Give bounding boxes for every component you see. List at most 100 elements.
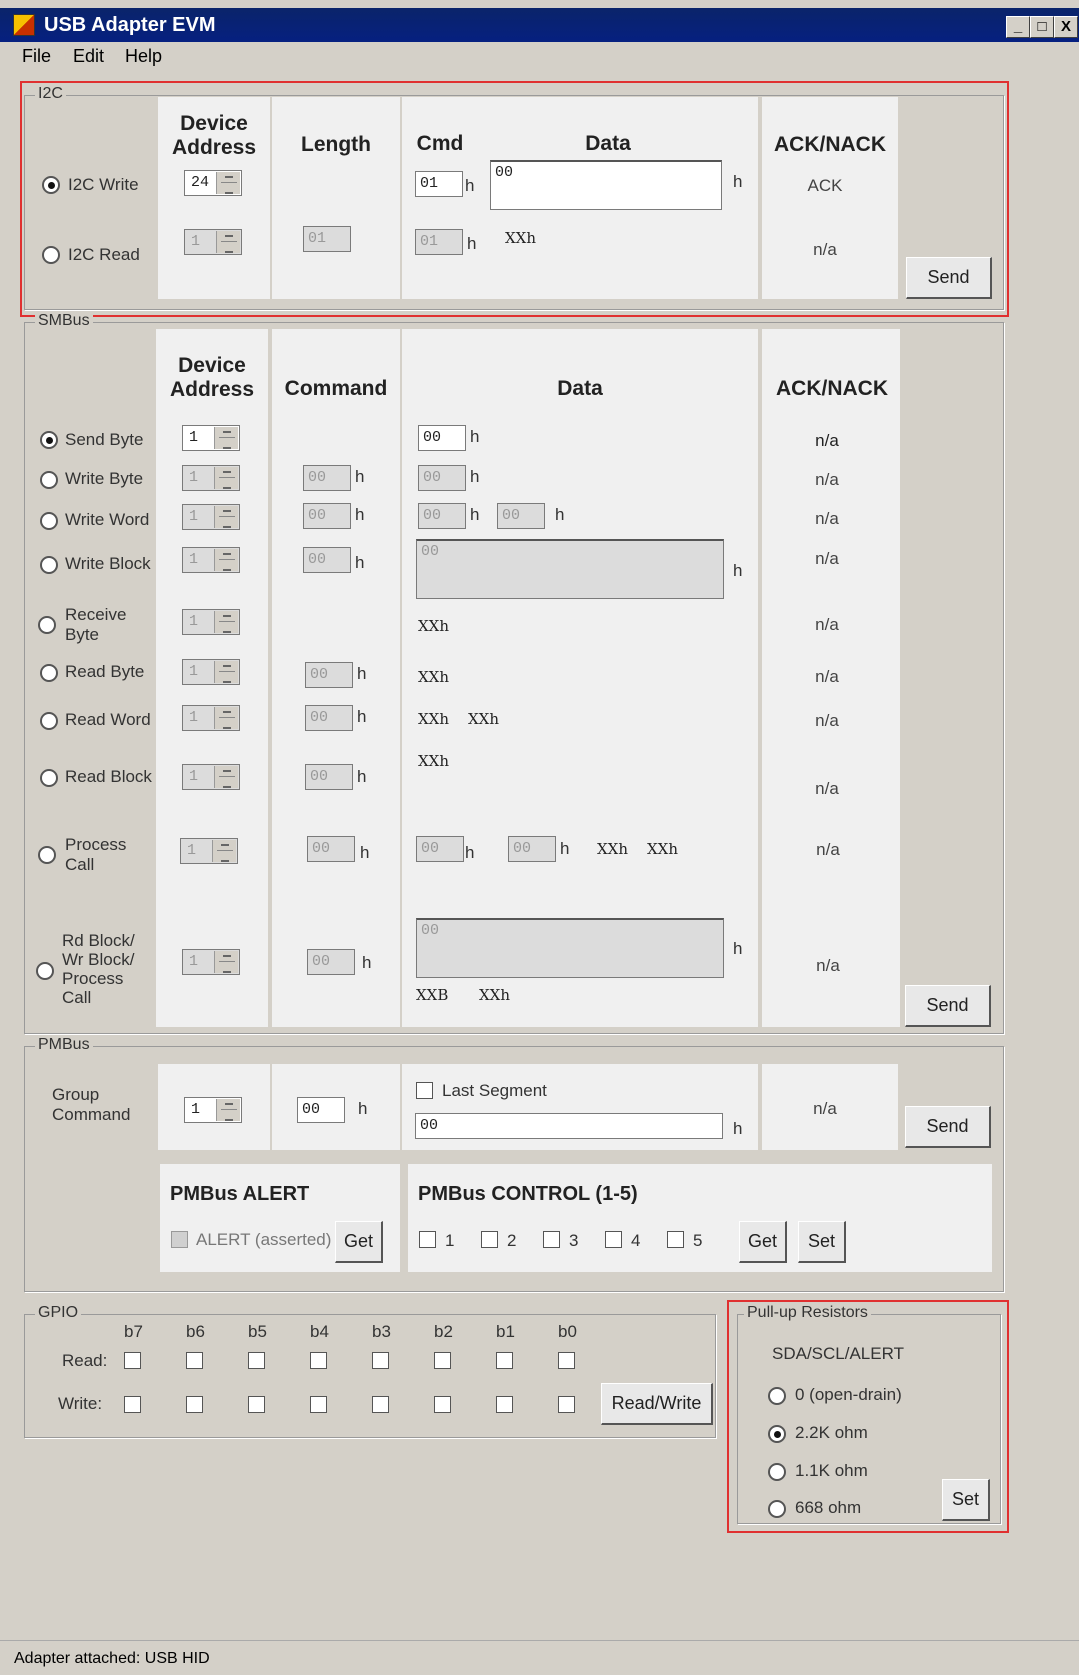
- gpio-write-b5[interactable]: [248, 1396, 265, 1413]
- window-title: USB Adapter EVM: [44, 14, 216, 36]
- smbus-dev-send-byte[interactable]: 1: [182, 425, 240, 451]
- h-suffix: h: [470, 467, 480, 486]
- smbus-ack-send-byte: n/a: [815, 431, 839, 450]
- minimize-button[interactable]: _: [1006, 16, 1030, 38]
- gpio-bit-label: b2: [434, 1322, 453, 1341]
- control-5-checkbox[interactable]: [667, 1231, 684, 1248]
- smbus-ack-read-word: n/a: [815, 711, 839, 730]
- control-1-label: 1: [445, 1231, 455, 1250]
- alert-get-button[interactable]: Get: [335, 1221, 383, 1263]
- smbus-result-process-call-1: XXh: [597, 840, 629, 858]
- pmbus-ack: n/a: [813, 1099, 837, 1118]
- smbus-result-block-count: XXB: [416, 986, 449, 1004]
- control-set-button[interactable]: Set: [798, 1221, 846, 1263]
- pmbus-control-title: PMBus CONTROL (1-5): [418, 1183, 638, 1205]
- smbus-data-send-byte[interactable]: 00: [418, 425, 466, 451]
- gpio-read-b2[interactable]: [434, 1352, 451, 1369]
- gpio-write-b2[interactable]: [434, 1396, 451, 1413]
- gpio-read-b0[interactable]: [558, 1352, 575, 1369]
- gpio-bit-label: b3: [372, 1322, 391, 1341]
- smbus-data-receive-byte: XXh: [418, 617, 450, 635]
- pmbus-send-button[interactable]: Send: [905, 1106, 991, 1148]
- spinner-arrows-icon: [214, 549, 238, 571]
- spinner-arrows-icon: [214, 951, 238, 973]
- alert-asserted-label: ALERT (asserted): [196, 1230, 332, 1249]
- h-suffix: h: [470, 427, 480, 446]
- gpio-read-b1[interactable]: [496, 1352, 513, 1369]
- smbus-group-title: SMBus: [35, 312, 93, 330]
- smbus-send-button[interactable]: Send: [905, 985, 991, 1027]
- smbus-dev-write-byte: 1: [182, 465, 240, 491]
- gpio-read-b6[interactable]: [186, 1352, 203, 1369]
- dev-value: 1: [189, 469, 199, 486]
- h-suffix: h: [358, 1099, 368, 1118]
- gpio-write-b3[interactable]: [372, 1396, 389, 1413]
- h-suffix: h: [357, 767, 367, 786]
- dev-value: 1: [189, 508, 199, 525]
- smbus-cmd-write-block: 00: [303, 547, 351, 573]
- control-2-checkbox[interactable]: [481, 1231, 498, 1248]
- pmbus-alert-title: PMBus ALERT: [170, 1183, 310, 1205]
- smbus-radio-send-byte[interactable]: [40, 431, 58, 449]
- smbus-radio-block-process-call[interactable]: [36, 962, 54, 980]
- control-4-checkbox[interactable]: [605, 1231, 622, 1248]
- gpio-read-b3[interactable]: [372, 1352, 389, 1369]
- smbus-cmd-write-byte: 00: [303, 465, 351, 491]
- control-1-checkbox[interactable]: [419, 1231, 436, 1248]
- spinner-arrows-icon: [214, 611, 238, 633]
- smbus-radio-process-call[interactable]: [38, 846, 56, 864]
- main-window: USB Adapter EVM _ □ X File Edit Help I2C…: [0, 0, 1079, 1675]
- dev-value: 1: [189, 709, 199, 726]
- gpio-write-b0[interactable]: [558, 1396, 575, 1413]
- smbus-dev-receive-byte: 1: [182, 609, 240, 635]
- smbus-dev-read-block: 1: [182, 764, 240, 790]
- menu-help[interactable]: Help: [125, 46, 162, 67]
- gpio-write-b7[interactable]: [124, 1396, 141, 1413]
- gpio-bit-label: b4: [310, 1322, 329, 1341]
- smbus-radio-receive-byte[interactable]: [38, 616, 56, 634]
- spinner-arrows-icon[interactable]: [214, 427, 238, 449]
- smbus-data-block-process-call: 00: [416, 918, 724, 978]
- smbus-radio-write-block[interactable]: [40, 556, 58, 574]
- gpio-read-b4[interactable]: [310, 1352, 327, 1369]
- spinner-arrows-icon[interactable]: [216, 1099, 240, 1121]
- h-suffix: h: [465, 843, 475, 862]
- last-segment-checkbox[interactable]: [416, 1082, 433, 1099]
- smbus-radio-read-word[interactable]: [40, 712, 58, 730]
- gpio-write-b1[interactable]: [496, 1396, 513, 1413]
- smbus-radio-write-word[interactable]: [40, 512, 58, 530]
- control-5-label: 5: [693, 1231, 703, 1250]
- smbus-data-read-word-1: XXh: [418, 710, 450, 728]
- smbus-radio-write-byte[interactable]: [40, 471, 58, 489]
- pmbus-dev-address[interactable]: 1: [184, 1097, 242, 1123]
- h-suffix: h: [470, 505, 480, 524]
- dev-value: 1: [189, 768, 199, 785]
- h-suffix: h: [355, 553, 365, 572]
- gpio-read-write-button[interactable]: Read/Write: [601, 1383, 713, 1425]
- smbus-radio-read-byte[interactable]: [40, 664, 58, 682]
- control-3-checkbox[interactable]: [543, 1231, 560, 1248]
- smbus-data-read-word-2: XXh: [468, 710, 500, 728]
- pmbus-data-input[interactable]: 00: [415, 1113, 723, 1139]
- menu-edit[interactable]: Edit: [73, 46, 104, 67]
- smbus-ack-write-block: n/a: [815, 549, 839, 568]
- smbus-label-read-block: Read Block: [65, 767, 152, 786]
- smbus-radio-read-block[interactable]: [40, 769, 58, 787]
- gpio-read-b7[interactable]: [124, 1352, 141, 1369]
- last-segment-label: Last Segment: [442, 1081, 547, 1100]
- close-button[interactable]: X: [1054, 16, 1078, 38]
- h-suffix: h: [555, 505, 565, 524]
- smbus-ack-receive-byte: n/a: [815, 615, 839, 634]
- control-get-button[interactable]: Get: [739, 1221, 787, 1263]
- pmbus-cmd-input[interactable]: 00: [297, 1097, 345, 1123]
- smbus-data-process-call-hi: 00: [508, 836, 556, 862]
- maximize-button[interactable]: □: [1030, 16, 1054, 38]
- gpio-read-b5[interactable]: [248, 1352, 265, 1369]
- gpio-write-b4[interactable]: [310, 1396, 327, 1413]
- title-bar: USB Adapter EVM _ □ X: [0, 8, 1079, 42]
- smbus-label-read-byte: Read Byte: [65, 662, 145, 681]
- gpio-write-b6[interactable]: [186, 1396, 203, 1413]
- dev-value: 1: [189, 551, 199, 568]
- smbus-label-send-byte: Send Byte: [65, 430, 144, 449]
- menu-file[interactable]: File: [22, 46, 51, 67]
